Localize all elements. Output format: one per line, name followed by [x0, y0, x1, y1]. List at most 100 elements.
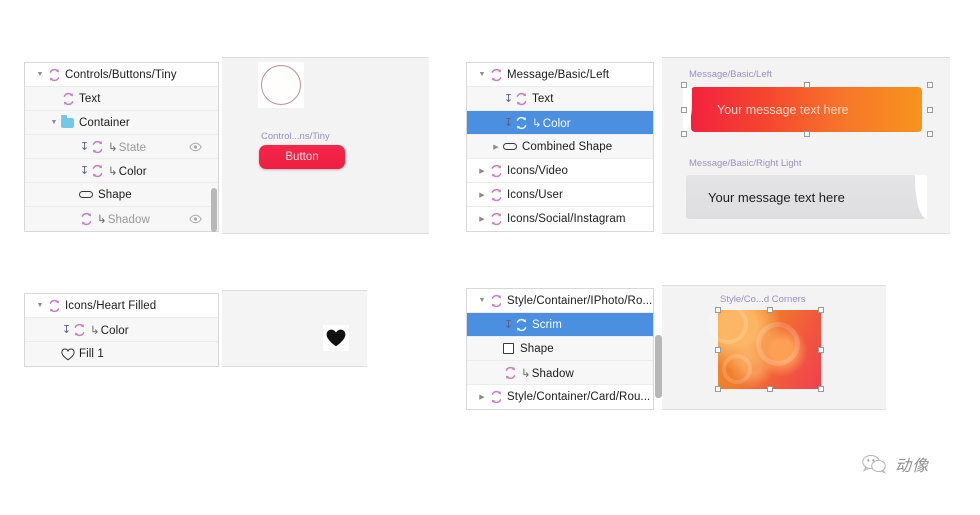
layer-row-label: Controls/Buttons/Tiny [65, 68, 177, 81]
symbol-icon [489, 188, 504, 202]
layer-row[interactable]: ↳Color [467, 111, 653, 135]
symbol-icon [514, 92, 529, 106]
handle-tl[interactable] [715, 307, 721, 313]
layer-list-icons-heart-filled[interactable]: Icons/Heart Filled ↳Color Fill 1 [24, 293, 219, 367]
symbol-icon [503, 366, 518, 380]
layer-row[interactable]: Text [25, 87, 218, 111]
layer-row[interactable]: Shape [25, 183, 218, 207]
heart-icon-preview[interactable] [323, 325, 349, 351]
artboard-label-controls-tiny: Control...ns/Tiny [261, 131, 330, 142]
layer-row[interactable]: Controls/Buttons/Tiny [25, 63, 218, 87]
handle-tl[interactable] [681, 82, 687, 88]
chevron-right-icon[interactable] [475, 393, 489, 401]
handle-br[interactable] [927, 131, 933, 137]
layer-row-label: Style/Container/IPhoto/Ro... [507, 294, 653, 307]
symbol-icon [489, 294, 504, 308]
layer-row[interactable]: Style/Container/Card/Rou... [467, 385, 653, 409]
artboard-label-message-left: Message/Basic/Left [689, 69, 772, 80]
symbol-icon [90, 140, 105, 154]
layer-list-style-container-iphoto[interactable]: Style/Container/IPhoto/Ro... Scrim Shape ↳S… [466, 288, 654, 410]
layer-row-label: ↳State [108, 141, 147, 154]
wechat-icon [862, 454, 887, 474]
layer-row[interactable]: Style/Container/IPhoto/Ro... [467, 289, 653, 313]
handle-mr[interactable] [927, 106, 933, 113]
layer-row[interactable]: ↳Color [25, 159, 218, 183]
handle-bl[interactable] [715, 386, 721, 392]
layer-row[interactable]: ↳Shadow [467, 361, 653, 385]
artboard-label-message-right-light: Message/Basic/Right Light [689, 158, 802, 169]
chevron-down-icon[interactable] [33, 302, 47, 309]
symbol-icon [489, 164, 504, 178]
chevron-down-icon[interactable] [475, 297, 489, 304]
layer-row[interactable]: Scrim [467, 313, 653, 337]
chevron-right-icon[interactable] [475, 215, 489, 223]
override-arrow-icon [79, 140, 90, 153]
chevron-down-icon[interactable] [475, 71, 489, 78]
layer-row[interactable]: Combined Shape [467, 135, 653, 159]
folder-icon [61, 115, 74, 128]
handle-tc[interactable] [804, 82, 810, 88]
layer-row-label: Text [79, 92, 101, 105]
canvas-icons-heart-filled[interactable] [222, 290, 367, 367]
chevron-right-icon[interactable] [475, 167, 489, 175]
layer-row[interactable]: ↳Shadow [25, 207, 218, 231]
chevron-down-icon[interactable] [33, 71, 47, 78]
symbol-icon [47, 299, 62, 313]
layer-row[interactable]: Icons/Social/Instagram [467, 207, 653, 231]
layer-row[interactable]: Shape [467, 337, 653, 361]
message-bubble-right-text: Your message text here [708, 189, 845, 205]
layer-row[interactable]: ↳Color [25, 318, 218, 342]
handle-bl[interactable] [681, 131, 687, 137]
symbol-icon [489, 212, 504, 226]
circle-shape-preview[interactable] [258, 62, 304, 108]
handle-tc[interactable] [766, 307, 773, 313]
layer-row[interactable]: Message/Basic/Left [467, 63, 653, 87]
layer-row[interactable]: Icons/User [467, 183, 653, 207]
selection-handles-left-bubble[interactable] [681, 82, 933, 137]
symbol-icon [79, 212, 94, 226]
layer-row-label: Icons/Video [507, 164, 568, 177]
layer-row-label: Fill 1 [79, 348, 104, 360]
layer-row[interactable]: Container [25, 111, 218, 135]
symbol-icon [514, 116, 529, 130]
override-arrow-icon [503, 318, 514, 331]
visibility-eye-icon[interactable] [189, 142, 202, 151]
layer-row[interactable]: Icons/Heart Filled [25, 294, 218, 318]
layer-row-label: Icons/Social/Instagram [507, 213, 626, 225]
layer-row-label: Shape [520, 342, 554, 355]
handle-ml[interactable] [715, 346, 721, 353]
selection-handles-photo[interactable] [715, 307, 824, 392]
chevron-right-icon[interactable] [489, 143, 503, 151]
message-bubble-right[interactable]: Your message text here [686, 175, 927, 219]
layer-list-scrollbar-1[interactable] [211, 188, 217, 232]
layer-list-message-basic-left[interactable]: Message/Basic/Left Text ↳Color Combined Sha… [466, 62, 654, 232]
layer-list-scrollbar-4[interactable] [655, 335, 662, 398]
symbol-icon [489, 68, 504, 82]
canvas-style-container-iphoto[interactable]: Style/Co...d Corners [662, 285, 886, 410]
handle-bc[interactable] [766, 386, 773, 392]
canvas-controls-buttons-tiny[interactable]: Control...ns/Tiny Button [222, 57, 429, 234]
handle-ml[interactable] [681, 106, 687, 113]
layer-row[interactable]: Text [467, 87, 653, 111]
layer-list-controls-buttons-tiny[interactable]: Controls/Buttons/Tiny Text Container ↳State… [24, 62, 219, 232]
handle-mr[interactable] [818, 346, 824, 353]
override-arrow-icon [503, 92, 514, 105]
screenshot-root: Controls/Buttons/Tiny Text Container ↳State… [0, 0, 980, 515]
chevron-down-icon[interactable] [47, 119, 61, 126]
layer-row[interactable]: Icons/Video [467, 159, 653, 183]
symbol-icon [90, 164, 105, 178]
layer-row-label: ↳Color [108, 165, 147, 178]
rounded-rect-icon [503, 143, 517, 150]
rounded-rect-icon [79, 191, 93, 198]
handle-tr[interactable] [927, 82, 933, 88]
visibility-eye-icon[interactable] [189, 214, 202, 224]
handle-br[interactable] [818, 386, 824, 392]
layer-row-label: Message/Basic/Left [507, 68, 610, 81]
layer-row[interactable]: ↳State [25, 135, 218, 159]
chevron-right-icon[interactable] [475, 191, 489, 199]
handle-bc[interactable] [804, 131, 810, 137]
canvas-message-basic[interactable]: Message/Basic/Left Your message text her… [662, 57, 950, 234]
handle-tr[interactable] [818, 307, 824, 313]
layer-row[interactable]: Fill 1 [25, 342, 218, 366]
button-preview[interactable]: Button [259, 145, 345, 169]
